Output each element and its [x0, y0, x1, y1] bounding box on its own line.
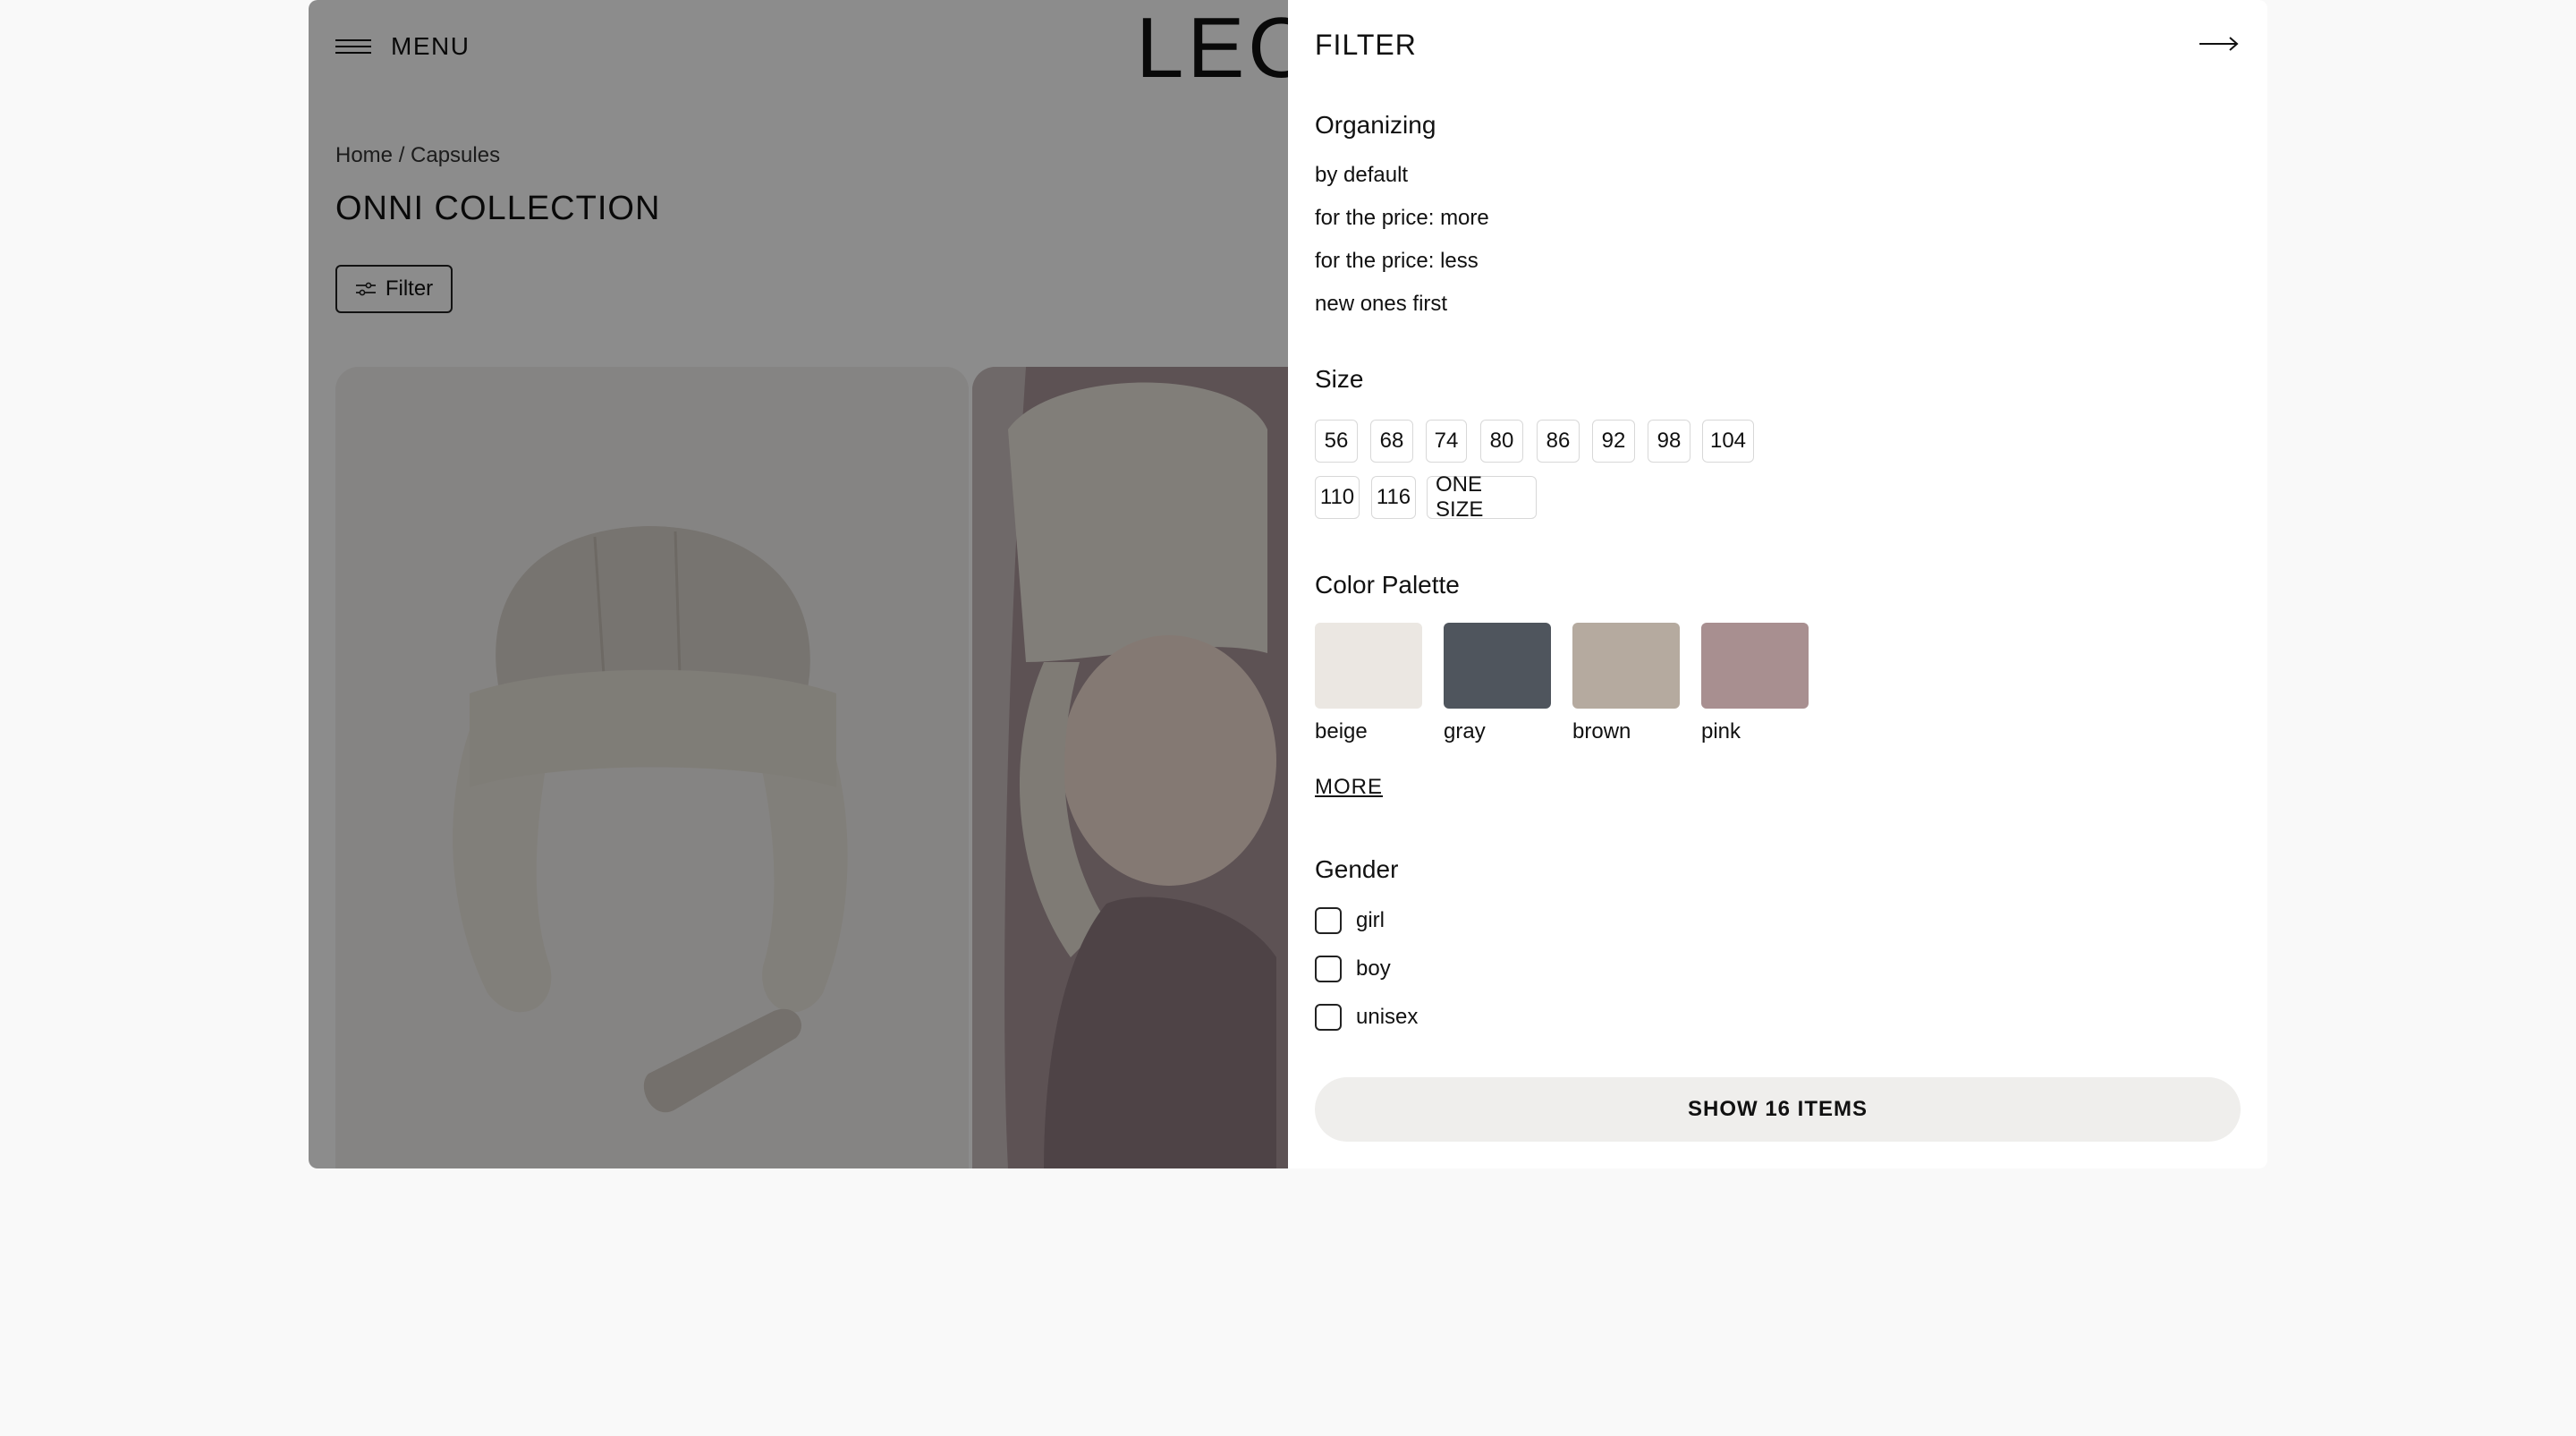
gender-option-girl[interactable]: girl — [1315, 907, 1385, 934]
arrow-right-close-icon[interactable] — [2199, 34, 2240, 54]
size-chip-116[interactable]: 116 — [1371, 476, 1416, 519]
color-swatch-beige[interactable] — [1315, 623, 1422, 709]
size-chip-110[interactable]: 110 — [1315, 476, 1360, 519]
color-label-beige: beige — [1315, 719, 1368, 743]
checkbox[interactable] — [1315, 956, 1342, 982]
checkbox-label: boy — [1356, 956, 1391, 981]
gender-option-boy[interactable]: boy — [1315, 956, 1391, 982]
color-palette-title: Color Palette — [1315, 571, 1460, 599]
checkbox-label: unisex — [1356, 1005, 1419, 1029]
color-label-pink: pink — [1701, 719, 1741, 743]
organizing-title: Organizing — [1315, 111, 1436, 139]
size-chip-98[interactable]: 98 — [1648, 420, 1690, 463]
filter-panel-title: FILTER — [1315, 29, 1417, 61]
size-title: Size — [1315, 365, 1364, 393]
size-chip-one-size[interactable]: ONE SIZE — [1427, 472, 1537, 522]
checkbox[interactable] — [1315, 1004, 1342, 1031]
sort-option-default[interactable]: by default — [1315, 163, 1408, 188]
color-swatch-pink[interactable] — [1701, 623, 1809, 709]
size-chip-68[interactable]: 68 — [1370, 420, 1413, 463]
gender-option-unisex[interactable]: unisex — [1315, 1004, 1418, 1031]
show-items-button[interactable]: SHOW 16 ITEMS — [1315, 1077, 2241, 1142]
more-colors-link[interactable]: MORE — [1315, 775, 1383, 800]
color-label-gray: gray — [1444, 719, 1486, 743]
color-swatch-brown[interactable] — [1572, 623, 1680, 709]
color-label-brown: brown — [1572, 719, 1631, 743]
color-swatch-gray[interactable] — [1444, 623, 1551, 709]
size-chip-92[interactable]: 92 — [1592, 420, 1635, 463]
size-chip-86[interactable]: 86 — [1537, 420, 1580, 463]
size-chip-74[interactable]: 74 — [1426, 420, 1467, 463]
modal-backdrop[interactable] — [309, 0, 1288, 1168]
sort-option-newest[interactable]: new ones first — [1315, 292, 1447, 317]
size-chip-56[interactable]: 56 — [1315, 420, 1358, 463]
browser-frame: MENU LEO Home / Capsules ONNI COLLECTION… — [309, 0, 2267, 1168]
gender-title: Gender — [1315, 855, 1399, 883]
checkbox-label: girl — [1356, 908, 1385, 932]
filter-panel: FILTER Organizing by default for the pri… — [1288, 0, 2267, 1168]
sort-option-price-more[interactable]: for the price: more — [1315, 206, 1489, 231]
size-chip-80[interactable]: 80 — [1480, 420, 1523, 463]
size-chip-104[interactable]: 104 — [1702, 420, 1754, 463]
checkbox[interactable] — [1315, 907, 1342, 934]
sort-option-price-less[interactable]: for the price: less — [1315, 249, 1479, 274]
